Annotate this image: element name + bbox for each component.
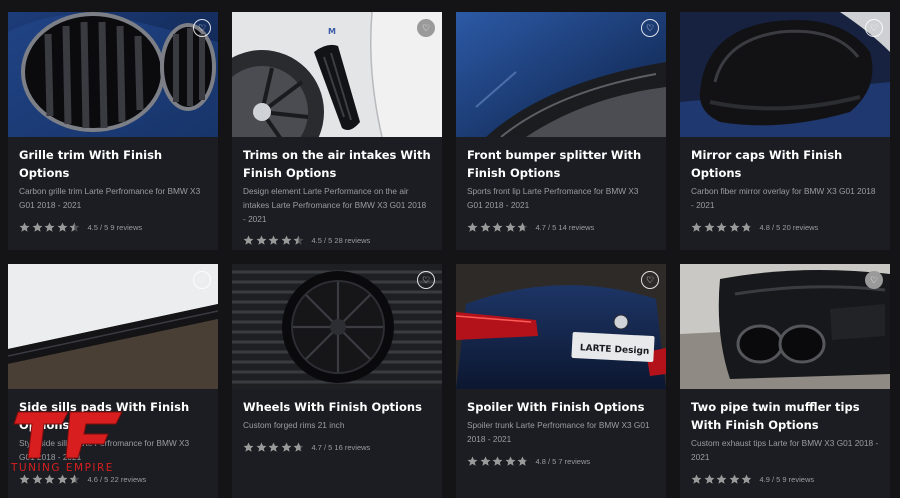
watermark-text: TUNING EMPIRE (11, 462, 114, 474)
star-icon (243, 235, 254, 246)
heart-icon[interactable]: ♡ (417, 271, 435, 289)
star-icon (268, 235, 279, 246)
star-rating (19, 222, 82, 233)
product-grid: ♡ Grille trim With Finish Options Carbon… (8, 12, 892, 498)
star-icon (716, 222, 727, 232)
star-icon (281, 235, 291, 246)
star-icon (691, 474, 702, 484)
star-icon (505, 222, 515, 232)
star-icon (517, 456, 528, 466)
product-image[interactable]: ♡ (456, 12, 666, 137)
star-icon (492, 456, 503, 466)
product-card[interactable]: ♡ Two pipe twin muffler tips With Finish… (680, 264, 890, 498)
star-icon (505, 456, 515, 466)
rating-text: 4.7 / 5 14 reviews (535, 222, 595, 232)
star-icon (480, 456, 490, 466)
star-icon (281, 442, 291, 452)
product-description: Design element Larte Performance on the … (243, 186, 427, 224)
product-title[interactable]: Trims on the air intakes With Finish Opt… (243, 146, 431, 182)
product-card[interactable]: ♡ Front bumper splitter With Finish Opti… (456, 12, 666, 250)
star-icon (293, 235, 304, 246)
rating-text: 4.5 / 5 28 reviews (311, 236, 371, 246)
star-icon (293, 442, 304, 452)
heart-icon[interactable]: ♡ (641, 271, 659, 289)
heart-icon[interactable]: ♡ (865, 19, 883, 37)
product-rating: 4.9 / 5 9 reviews (691, 474, 879, 485)
rating-text: 4.5 / 5 9 reviews (87, 222, 143, 232)
product-description: Carbon fiber mirror overlay for BMW X3 G… (691, 186, 876, 210)
star-icon (19, 222, 30, 232)
star-icon (691, 222, 702, 232)
star-icon (480, 222, 490, 232)
heart-icon[interactable]: ♡ (641, 19, 659, 37)
product-card[interactable]: LARTE Design ♡ Spoiler With Finish Optio… (456, 264, 666, 498)
star-icon (741, 474, 752, 484)
star-rating (243, 235, 306, 246)
product-title[interactable]: Wheels With Finish Options (243, 398, 431, 416)
heart-icon[interactable]: ♡ (865, 271, 883, 289)
product-image[interactable]: ♡ (8, 264, 218, 389)
product-card[interactable]: M ♡ Trims on the air intakes With Finish… (232, 12, 442, 250)
product-image[interactable]: LARTE Design ♡ (456, 264, 666, 389)
product-image[interactable]: ♡ (680, 264, 890, 389)
product-image[interactable]: ♡ (232, 264, 442, 389)
star-icon (741, 222, 752, 232)
heart-icon[interactable]: ♡ (417, 19, 435, 37)
star-icon (716, 474, 727, 484)
product-card[interactable]: ♡ Grille trim With Finish Options Carbon… (8, 12, 218, 250)
product-rating: 4.5 / 5 9 reviews (19, 222, 207, 233)
product-rating: 4.8 / 5 7 reviews (467, 456, 655, 467)
star-icon (243, 442, 254, 452)
heart-icon[interactable]: ♡ (193, 19, 211, 37)
product-title[interactable]: Grille trim With Finish Options (19, 146, 207, 182)
product-title[interactable]: Spoiler With Finish Options (467, 398, 655, 416)
product-card[interactable]: ♡ Wheels With Finish Options Custom forg… (232, 264, 442, 498)
star-icon (268, 442, 279, 452)
star-icon (492, 222, 503, 232)
product-description: Sports front lip Larte Perfromance for B… (467, 186, 639, 210)
product-description: Custom forged rims 21 inch (243, 420, 345, 430)
product-description: Spoiler trunk Larte Perfromance for BMW … (467, 420, 650, 444)
star-icon (256, 442, 266, 452)
star-icon (517, 222, 528, 232)
star-rating (691, 222, 754, 233)
rating-text: 4.9 / 5 9 reviews (759, 474, 815, 484)
product-image[interactable]: M ♡ (232, 12, 442, 137)
star-icon (57, 222, 67, 232)
product-rating: 4.7 / 5 16 reviews (243, 442, 431, 453)
product-title[interactable]: Two pipe twin muffler tips With Finish O… (691, 398, 879, 434)
rating-text: 4.8 / 5 7 reviews (535, 456, 591, 466)
star-icon (32, 222, 42, 232)
star-rating (691, 474, 754, 485)
star-icon (256, 235, 266, 246)
product-title[interactable]: Mirror caps With Finish Options (691, 146, 879, 182)
product-card[interactable]: ♡ Mirror caps With Finish Options Carbon… (680, 12, 890, 250)
rating-text: 4.7 / 5 16 reviews (311, 442, 371, 452)
product-rating: 4.7 / 5 14 reviews (467, 222, 655, 233)
bmw-badge-text: M (328, 27, 336, 36)
star-icon (729, 222, 739, 232)
star-icon (467, 222, 478, 232)
product-description: Carbon grille trim Larte Perfromance for… (19, 186, 201, 210)
star-icon (44, 222, 55, 232)
star-rating (467, 456, 530, 467)
product-description: Custom exhaust tips Larte for BMW X3 G01… (691, 438, 879, 462)
product-image[interactable]: ♡ (680, 12, 890, 137)
product-image[interactable]: ♡ (8, 12, 218, 137)
star-icon (69, 222, 80, 232)
star-icon (704, 222, 714, 232)
star-rating (467, 222, 530, 233)
star-icon (467, 456, 478, 466)
star-rating (243, 442, 306, 453)
star-icon (729, 474, 739, 484)
rating-text: 4.8 / 5 20 reviews (759, 222, 819, 232)
product-rating: 4.8 / 5 20 reviews (691, 222, 879, 233)
product-title[interactable]: Front bumper splitter With Finish Option… (467, 146, 655, 182)
star-icon (704, 474, 714, 484)
product-rating: 4.5 / 5 28 reviews (243, 235, 431, 246)
heart-icon[interactable]: ♡ (193, 271, 211, 289)
